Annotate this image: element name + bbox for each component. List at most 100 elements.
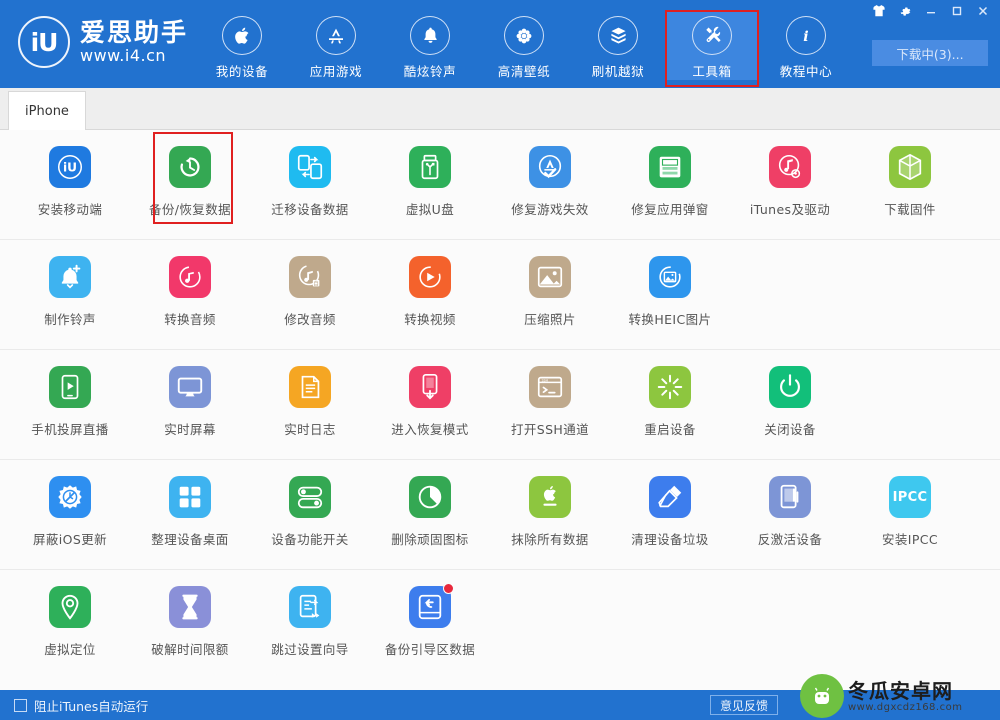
maximize-icon[interactable] [944,0,970,22]
tool-tile[interactable]: 下载固件 [850,130,970,239]
skip-setup-icon [289,586,331,628]
erase-all-icon [529,476,571,518]
gear-icon[interactable] [892,0,918,22]
toolbox-row: iU 安装移动端 备份/恢复数据 迁移设备数据 虚拟U盘 修复游戏失效 修复应用弹窗 iTun… [0,130,1000,240]
tool-tile-label: 实时日志 [284,422,336,437]
tool-tile[interactable]: 自修改音频 [250,240,370,349]
bell-icon [410,16,450,55]
tool-tile-label: 屏蔽iOS更新 [32,532,108,547]
nav-item-5[interactable]: 刷机越狱 [571,10,665,80]
tool-tile[interactable]: 实时日志 [250,350,370,459]
tool-tile-label: 实时屏幕 [164,422,216,437]
ipcc-label: IPCC [892,489,928,505]
tool-tile-label: 删除顽固图标 [391,532,469,547]
firmware-box-icon [889,146,931,188]
i4-assistant-window: iU 爱思助手 www.i4.cn 我的设备 应用游戏 酷炫铃声 高清壁纸 刷机越狱 工具… [0,0,1000,720]
wrench-icon [692,16,732,55]
svg-text:iU: iU [63,161,77,175]
app-header: iU 爱思助手 www.i4.cn 我的设备 应用游戏 酷炫铃声 高清壁纸 刷机越狱 工具… [0,0,1000,88]
window-controls [866,0,996,22]
tab-iphone[interactable]: iPhone [8,91,86,131]
download-status-button[interactable]: 下载中(3)... [872,40,988,66]
nav-item-label: 刷机越狱 [591,64,645,79]
ringtone-make-icon [49,256,91,298]
itunes-block-checkbox[interactable] [14,698,27,712]
tool-tile[interactable]: iU 安装移动端 [10,130,130,239]
itunes-driver-icon [769,146,811,188]
audio-convert-icon [169,256,211,298]
tool-tile[interactable]: 虚拟U盘 [370,130,490,239]
usb-drive-icon [409,146,451,188]
tool-tile[interactable]: 转换视频 [370,240,490,349]
tool-tile[interactable]: 备份引导区数据 [370,570,490,666]
tool-tile-label: 打开SSH通道 [510,422,590,437]
tool-tile[interactable]: 转换HEIC图片 [610,240,730,349]
nav-item-1[interactable]: 我的设备 [195,10,289,80]
tool-tile[interactable]: 迁移设备数据 [250,130,370,239]
tool-tile-label: 安装移动端 [37,202,103,217]
tool-tile-label: 重启设备 [644,422,696,437]
tool-tile[interactable]: 进入恢复模式 [370,350,490,459]
tool-tile[interactable]: 反激活设备 [730,460,850,569]
realtime-screen-icon [169,366,211,408]
virtual-location-icon [49,586,91,628]
tool-tile[interactable]: 修复游戏失效 [490,130,610,239]
heic-convert-icon [649,256,691,298]
audio-edit-icon: 自 [289,256,331,298]
feedback-button[interactable]: 意见反馈 [709,695,778,715]
tool-tile[interactable]: 修复应用弹窗 [610,130,730,239]
tool-tile[interactable]: 重启设备 [610,350,730,459]
clean-junk-icon [649,476,691,518]
tool-tile[interactable]: 跳过设置向导 [250,570,370,666]
tool-tile[interactable]: SSH 打开SSH通道 [490,350,610,459]
nav-item-6[interactable]: 工具箱 [665,10,759,87]
tool-tile[interactable]: 实时屏幕 [130,350,250,459]
i4-app-icon: iU [49,146,91,188]
tool-tile[interactable]: 设备功能开关 [250,460,370,569]
tool-tile[interactable]: 关闭设备 [730,350,850,459]
tool-tile-label: 制作铃声 [44,312,96,327]
apple-icon [222,16,262,55]
minimize-icon[interactable] [918,0,944,22]
tool-tile-label: 手机投屏直播 [31,422,109,437]
tool-tile[interactable]: 备份/恢复数据 [130,130,250,239]
tool-tile[interactable]: 屏蔽iOS更新 [10,460,130,569]
tool-tile-label: 修改音频 [284,312,336,327]
nav-item-label: 高清壁纸 [497,64,551,79]
tool-tile[interactable]: 抹除所有数据 [490,460,610,569]
tool-tile-label: 安装IPCC [881,532,939,547]
tool-tile[interactable]: IPCC 安装IPCC [850,460,970,569]
tool-tile[interactable]: 删除顽固图标 [370,460,490,569]
itunes-block-label: 阻止iTunes自动运行 [34,698,149,714]
nav-item-4[interactable]: 高清壁纸 [477,10,571,80]
nav-item-7[interactable]: i 教程中心 [759,10,853,80]
main-nav: 我的设备 应用游戏 酷炫铃声 高清壁纸 刷机越狱 工具箱 i 教程中心 [195,10,853,87]
appstore-icon [316,16,356,55]
toolbox-row: 制作铃声 转换音频自修改音频 转换视频 压缩照片 转换HEIC图片 [0,240,1000,350]
tool-tile[interactable]: 压缩照片 [490,240,610,349]
nav-item-2[interactable]: 应用游戏 [289,10,383,80]
itunes-block-option[interactable]: 阻止iTunes自动运行 [14,690,148,720]
tool-tile[interactable]: 虚拟定位 [10,570,130,666]
skin-icon[interactable] [866,0,892,22]
nav-item-3[interactable]: 酷炫铃声 [383,10,477,80]
toolbox-row: 手机投屏直播 实时屏幕 实时日志 进入恢复模式 SSH 打开SSH通道 重启设备 关闭设备 [0,350,1000,460]
tool-tile[interactable]: 手机投屏直播 [10,350,130,459]
tool-tile[interactable]: iTunes及驱动 [730,130,850,239]
tool-tile[interactable]: 转换音频 [130,240,250,349]
tool-tile[interactable]: 整理设备桌面 [130,460,250,569]
toolbox-row: 屏蔽iOS更新 整理设备桌面 设备功能开关 删除顽固图标 抹除所有数据 清理设备垃圾 反激活… [0,460,1000,570]
tool-tile-label: 备份引导区数据 [384,642,476,657]
tool-tile-label: iTunes及驱动 [749,202,831,217]
nav-item-label: 酷炫铃声 [403,64,457,79]
tool-tile[interactable]: 清理设备垃圾 [610,460,730,569]
block-update-icon [49,476,91,518]
realtime-log-icon [289,366,331,408]
tool-tile-label: 设备功能开关 [271,532,349,547]
tool-tile[interactable]: 破解时间限额 [130,570,250,666]
tool-tile[interactable]: 制作铃声 [10,240,130,349]
tool-tile-label: 转换HEIC图片 [628,312,712,327]
recovery-mode-icon [409,366,451,408]
close-icon[interactable] [970,0,996,22]
screen-cast-icon [49,366,91,408]
